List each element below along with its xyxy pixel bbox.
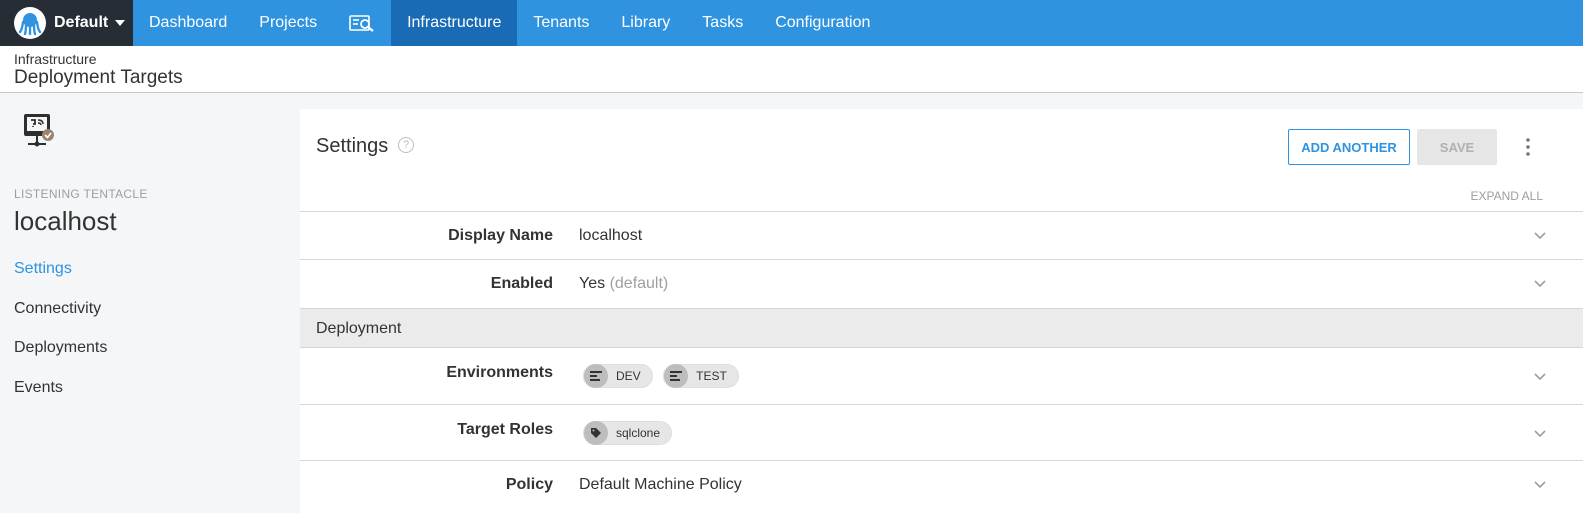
nav-tenants[interactable]: Tenants (517, 0, 605, 46)
display-name-value: localhost (579, 227, 643, 244)
nav-library[interactable]: Library (605, 0, 686, 46)
octopus-logo-icon (14, 7, 46, 39)
target-type-label: LISTENING TENTACLE (14, 187, 148, 201)
page-title: Deployment Targets (14, 67, 183, 88)
nav-tasks[interactable]: Tasks (686, 0, 759, 46)
environment-chip-label: DEV (616, 369, 641, 383)
display-name-row[interactable]: Display Name localhost (300, 211, 1583, 259)
space-name: Default (54, 14, 109, 31)
enabled-value: Yes (default) (579, 275, 668, 293)
sidebar-item-connectivity[interactable]: Connectivity (14, 300, 101, 318)
settings-panel: Settings ? ADD ANOTHER SAVE EXPAND ALL D… (300, 109, 1583, 513)
sidebar-item-events[interactable]: Events (14, 379, 63, 397)
chevron-down-icon[interactable] (1533, 279, 1547, 289)
policy-row[interactable]: Policy Default Machine Policy (300, 460, 1583, 513)
target-name: localhost (14, 206, 117, 236)
chevron-down-icon[interactable] (1533, 231, 1547, 241)
enabled-label: Enabled (490, 275, 553, 292)
expand-all-link[interactable]: EXPAND ALL (1471, 189, 1543, 203)
top-navigation: Default Dashboard Projects Infrastructur… (0, 0, 1583, 46)
environment-chip-label: TEST (696, 369, 727, 383)
search-icon[interactable] (333, 0, 391, 46)
nav-projects[interactable]: Projects (243, 0, 333, 46)
role-chip-label: sqlclone (616, 426, 661, 440)
environment-icon (664, 364, 689, 388)
role-chips: sqlclone (583, 421, 678, 445)
enabled-value-text: Yes (579, 275, 606, 292)
save-button[interactable]: SAVE (1417, 129, 1497, 165)
chevron-down-icon (115, 20, 126, 26)
sidebar-item-deployments[interactable]: Deployments (14, 339, 107, 357)
sidebar: LISTENING TENTACLE localhost Settings Co… (0, 94, 299, 513)
tag-icon (584, 421, 608, 445)
panel-title: Settings (316, 135, 389, 157)
environment-chips: DEV TEST (583, 364, 745, 388)
target-roles-row[interactable]: Target Roles sqlclone (300, 404, 1583, 460)
role-chip[interactable]: sqlclone (583, 421, 673, 445)
chevron-down-icon[interactable] (1533, 480, 1547, 490)
help-icon[interactable]: ? (398, 137, 414, 153)
nav-infrastructure[interactable]: Infrastructure (391, 0, 518, 46)
sidebar-item-settings[interactable]: Settings (14, 260, 72, 278)
environment-chip[interactable]: TEST (663, 364, 739, 388)
add-another-button[interactable]: ADD ANOTHER (1288, 129, 1410, 165)
nav-dashboard[interactable]: Dashboard (133, 0, 243, 46)
listening-tentacle-icon (22, 112, 56, 150)
section-title: Deployment (316, 320, 402, 337)
display-name-label: Display Name (448, 227, 553, 244)
environment-chip[interactable]: DEV (583, 364, 653, 388)
space-switcher[interactable]: Default (0, 0, 133, 46)
deployment-section-header: Deployment (300, 308, 1583, 347)
policy-label: Policy (505, 476, 553, 493)
breadcrumb[interactable]: Infrastructure (14, 51, 96, 67)
nav-configuration[interactable]: Configuration (759, 0, 886, 46)
environments-row[interactable]: Environments DEV TEST (300, 347, 1583, 404)
chevron-down-icon[interactable] (1533, 372, 1547, 382)
enabled-row[interactable]: Enabled Yes (default) (300, 259, 1583, 308)
target-roles-label: Target Roles (457, 421, 553, 438)
more-options-icon[interactable] (1520, 137, 1536, 157)
page-header: Infrastructure Deployment Targets (0, 46, 1583, 93)
chevron-down-icon[interactable] (1533, 429, 1547, 439)
environment-icon (584, 364, 608, 388)
policy-value: Default Machine Policy (579, 476, 742, 493)
environments-label: Environments (446, 364, 553, 381)
enabled-default-hint: (default) (609, 275, 669, 292)
